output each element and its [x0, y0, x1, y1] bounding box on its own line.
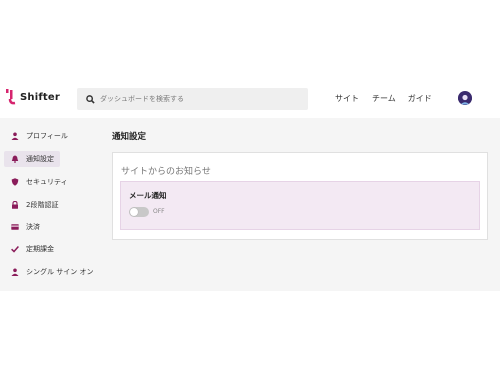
sidebar-item-label: セキュリティ	[26, 178, 68, 186]
sidebar-item-security[interactable]: セキュリティ	[4, 174, 68, 190]
notification-card: サイトからのお知らせ メール通知 OFF	[112, 152, 488, 240]
sidebar-item-sso[interactable]: シングル サイン オン	[4, 264, 93, 280]
toggle-knob	[130, 208, 138, 216]
sidebar-item-2fa[interactable]: 2段階認証	[4, 197, 58, 213]
sidebar-item-notifications[interactable]: 通知設定	[4, 151, 60, 167]
top-bar: Shifter ダッシュボードを検索する サイト チーム ガイド	[0, 80, 500, 118]
lock-icon	[10, 201, 19, 210]
email-notification-label: メール通知	[129, 191, 167, 200]
main-area: プロフィール 通知設定 セキュリティ 2段階認証 決済 定期課金 シングル サイ…	[0, 118, 500, 291]
sidebar: プロフィール 通知設定 セキュリティ 2段階認証 決済 定期課金 シングル サイ…	[0, 118, 100, 291]
credit-card-icon	[10, 223, 19, 232]
sidebar-item-profile[interactable]: プロフィール	[4, 128, 68, 144]
sidebar-item-label: 2段階認証	[26, 201, 59, 209]
sidebar-item-subscription[interactable]: 定期課金	[4, 241, 54, 257]
nav-team[interactable]: チーム	[372, 93, 396, 104]
shifter-logo-icon	[5, 89, 17, 105]
avatar[interactable]	[458, 91, 472, 105]
nav-guide[interactable]: ガイド	[408, 93, 432, 104]
card-title: サイトからのお知らせ	[121, 167, 211, 177]
check-icon	[10, 245, 19, 254]
search-input[interactable]: ダッシュボードを検索する	[77, 88, 308, 110]
toggle-state-label: OFF	[153, 208, 165, 215]
top-nav: サイト チーム ガイド	[335, 93, 432, 104]
sidebar-item-label: プロフィール	[26, 132, 68, 140]
email-notification-toggle[interactable]	[129, 207, 149, 217]
shifter-logo[interactable]: Shifter	[5, 89, 60, 105]
user-icon	[10, 268, 19, 277]
nav-site[interactable]: サイト	[335, 93, 359, 104]
sidebar-item-label: 通知設定	[26, 155, 54, 163]
email-notification-section: メール通知 OFF	[120, 181, 480, 230]
sidebar-item-label: 決済	[26, 223, 40, 231]
sidebar-item-label: 定期課金	[26, 245, 54, 253]
sidebar-item-label: シングル サイン オン	[26, 268, 94, 276]
page-title: 通知設定	[112, 132, 147, 142]
bell-icon	[10, 155, 19, 164]
user-icon	[10, 132, 19, 141]
sidebar-item-payment[interactable]: 決済	[4, 219, 40, 235]
search-placeholder: ダッシュボードを検索する	[100, 95, 184, 103]
logo-text: Shifter	[20, 91, 60, 103]
search-icon	[83, 92, 97, 106]
shield-icon	[10, 178, 19, 187]
